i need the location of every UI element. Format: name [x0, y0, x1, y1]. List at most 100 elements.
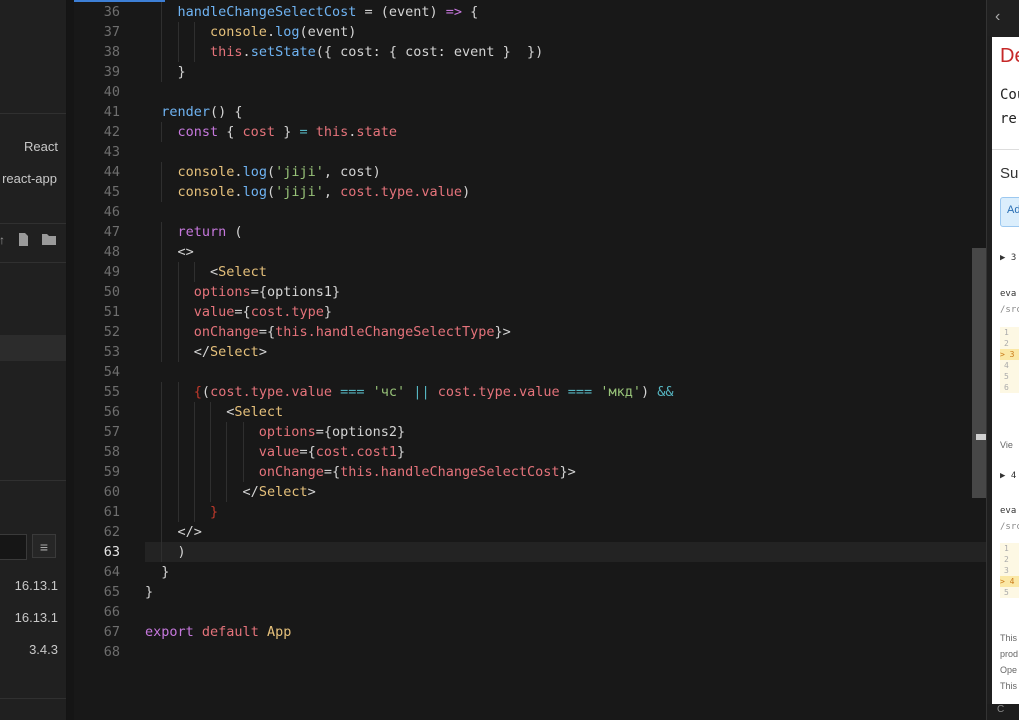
code-editor[interactable]: 36 37 38 39 40 41 42 43 44 45 46 47 48 49 50 51 52 53 54 55… [74, 0, 986, 720]
indent-guide [161, 342, 163, 362]
stack-frame-toggle[interactable]: ▶ 3 [1000, 253, 1016, 263]
indent-guide [193, 402, 195, 422]
code-line[interactable]: ) [145, 542, 986, 562]
code-token: > [258, 344, 267, 360]
line-number: 43 [103, 144, 120, 160]
filter-input[interactable] [0, 534, 27, 560]
code-token: } [145, 584, 154, 600]
code-line[interactable]: handleChangeSelectCost = (event) => { [145, 2, 986, 22]
code-line[interactable]: const { cost } = this.state [145, 122, 986, 142]
code-line[interactable]: <Select [145, 262, 986, 282]
indent-guide [161, 482, 163, 502]
code-line[interactable] [145, 82, 986, 102]
indent-guide [177, 322, 179, 342]
code-token: Select [258, 484, 308, 500]
suggestion-heading: Su [1000, 165, 1019, 182]
snippet-line: 2 [1004, 555, 1009, 564]
code-line[interactable]: console.log(event) [145, 22, 986, 42]
indent-guide [161, 382, 163, 402]
code-line[interactable]: console.log('jiji', cost) [145, 162, 986, 182]
indent-guide [193, 442, 195, 462]
code-line[interactable]: } [145, 502, 986, 522]
indent-guide [210, 442, 212, 462]
code-token: ( [226, 224, 243, 240]
code-line[interactable]: value={cost.cost1} [145, 442, 986, 462]
code-line[interactable]: } [145, 562, 986, 582]
line-number: 61 [103, 504, 120, 520]
new-folder-icon[interactable] [42, 233, 56, 248]
line-number: 65 [103, 584, 120, 600]
snippet-line: 1 [1004, 328, 1009, 337]
stack-frame-toggle[interactable]: ▶ 4 [1000, 471, 1016, 481]
code-token: render [161, 104, 211, 120]
code-token: } [161, 564, 170, 580]
stack-frame-path: /src [1000, 522, 1019, 532]
code-token: } [177, 64, 186, 80]
code-line[interactable] [145, 202, 986, 222]
code-token: handleChangeSelectCost [177, 4, 357, 20]
code-line[interactable]: onChange={this.handleChangeSelectCost}> [145, 462, 986, 482]
code-token: { [462, 4, 479, 20]
code-line[interactable] [145, 362, 986, 382]
code-token: ( [266, 184, 276, 200]
code-line[interactable] [145, 142, 986, 162]
line-number: 53 [103, 344, 120, 360]
new-file-icon[interactable] [18, 233, 29, 249]
code-line[interactable]: <Select [145, 402, 986, 422]
app-label[interactable]: react-app [2, 171, 57, 186]
indent-guide [177, 482, 179, 502]
project-label[interactable]: React [24, 139, 58, 154]
code-token: { [193, 384, 202, 400]
line-number: 47 [103, 224, 120, 240]
indent-guide [177, 282, 179, 302]
code-token: ( [201, 384, 211, 400]
selected-file-row[interactable] [0, 335, 66, 361]
code-line[interactable] [145, 642, 986, 662]
indent-guide [193, 42, 195, 62]
code-line[interactable]: </Select> [145, 482, 986, 502]
code-line[interactable]: export default App [145, 622, 986, 642]
code-token: App [266, 624, 292, 640]
code-token: () { [210, 104, 243, 120]
code-line[interactable]: } [145, 62, 986, 82]
code-token: . [234, 184, 243, 200]
indent-guide [193, 22, 195, 42]
code-line[interactable]: return ( [145, 222, 986, 242]
code-line[interactable]: <> [145, 242, 986, 262]
code-line[interactable]: } [145, 582, 986, 602]
error-message-line: Cou [1000, 87, 1019, 103]
line-number: 63 [103, 544, 120, 560]
code-line[interactable]: options={options2} [145, 422, 986, 442]
menu-button[interactable]: ≡ [32, 534, 56, 558]
code-area[interactable]: handleChangeSelectCost = (event) => { co… [145, 2, 986, 662]
code-line[interactable]: options={options1} [145, 282, 986, 302]
code-line[interactable]: {(cost.type.value === 'чс' || cost.type.… [145, 382, 986, 402]
code-line[interactable] [145, 602, 986, 622]
indent-guide [242, 422, 244, 442]
indent-guide [161, 262, 163, 282]
code-line[interactable]: render() { [145, 102, 986, 122]
vertical-scrollbar[interactable] [972, 248, 986, 498]
code-token: ={ [234, 304, 251, 320]
chevron-left-icon[interactable]: ‹ [995, 8, 1000, 26]
code-token: ={ [258, 324, 276, 340]
code-token: ={options2} [315, 424, 406, 440]
code-token: cost.type.value [210, 384, 332, 400]
code-line[interactable]: console.log('jiji', cost.type.value) [145, 182, 986, 202]
indent-guide [161, 242, 163, 262]
code-token: ) [462, 184, 471, 200]
action-button[interactable]: Ad [1000, 197, 1019, 227]
code-token: cost.type.value [437, 384, 560, 400]
view-source-link[interactable]: Vie [1000, 440, 1013, 450]
code-line[interactable]: </Select> [145, 342, 986, 362]
code-token: (event) [299, 24, 357, 40]
code-line[interactable]: this.setState({ cost: { cost: event } }) [145, 42, 986, 62]
code-token: cost [242, 124, 276, 140]
code-line[interactable]: value={cost.type} [145, 302, 986, 322]
code-line[interactable]: onChange={this.handleChangeSelectType}> [145, 322, 986, 342]
code-line[interactable]: </> [145, 522, 986, 542]
collapse-icon[interactable]: ↑ [0, 233, 5, 247]
